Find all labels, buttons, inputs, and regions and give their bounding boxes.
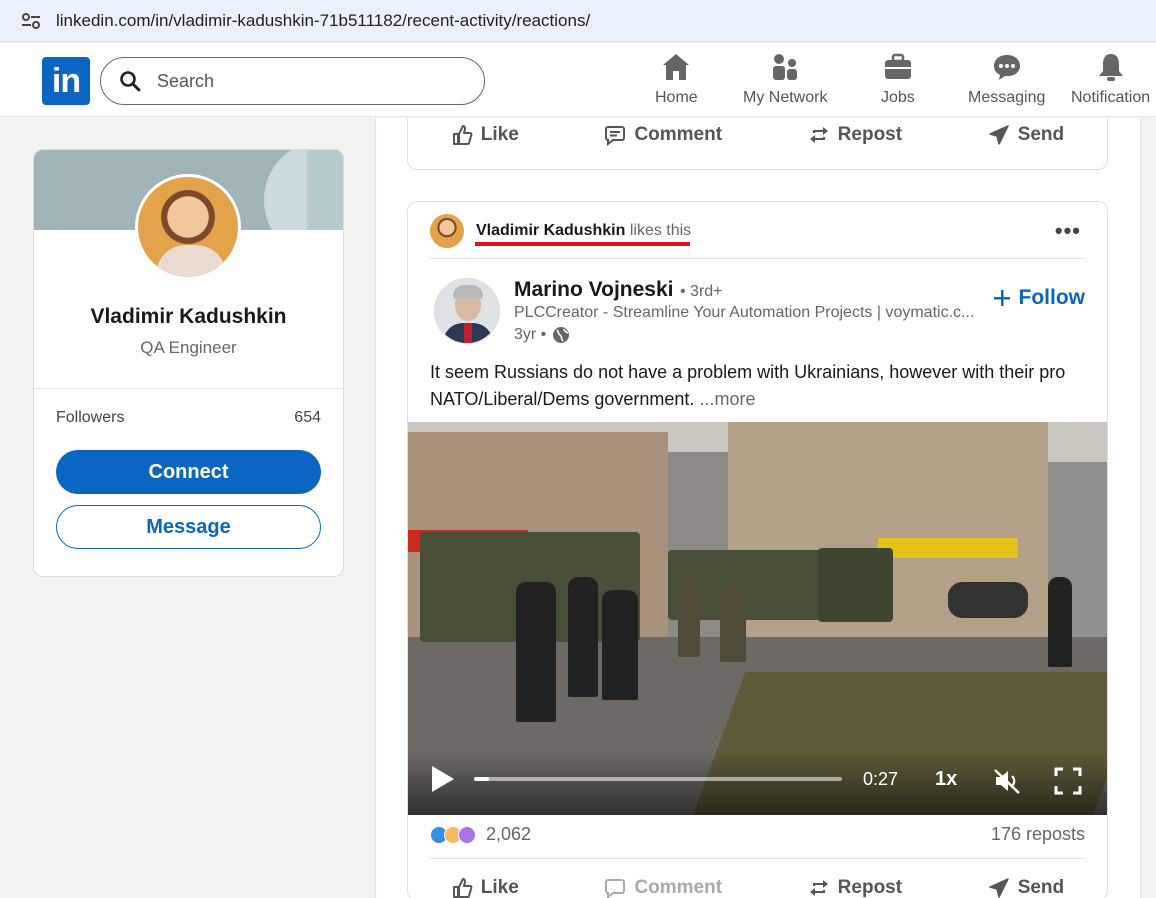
fullscreen-icon[interactable] <box>1054 767 1082 795</box>
nav-home[interactable]: Home <box>655 51 698 111</box>
bell-icon <box>1098 54 1123 81</box>
globe-icon <box>553 327 570 343</box>
post-time: 3yr • <box>514 326 570 344</box>
send-icon <box>988 125 1009 145</box>
follow-label: Follow <box>1018 286 1086 309</box>
nav-jobs-label: Jobs <box>881 89 915 106</box>
nav-my-network-label: My Network <box>743 89 828 106</box>
url-text[interactable]: linkedin.com/in/vladimir-kadushkin-71b51… <box>56 11 590 31</box>
reactions-summary[interactable]: 2,062 <box>430 824 531 845</box>
like-button[interactable]: Like <box>451 124 519 146</box>
more-options-icon[interactable]: ••• <box>1055 218 1081 244</box>
context-action: likes this <box>629 222 692 239</box>
author-headline: PLCCreator - Streamline Your Automation … <box>514 304 975 321</box>
comment-icon <box>605 126 626 146</box>
send-label: Send <box>1017 124 1065 145</box>
linkedin-logo[interactable]: in <box>42 57 90 105</box>
post-action-bar: Like Comment Repost Send <box>408 877 1107 898</box>
curious-reaction-icon <box>458 825 476 844</box>
reactions-count[interactable]: 2,062 <box>486 824 531 845</box>
post-action-bar: Like Comment Repost Send <box>408 124 1107 146</box>
profile-card: Vladimir Kadushkin QA Engineer Followers… <box>33 149 344 577</box>
previous-post-card: Like Comment Repost Send <box>407 118 1108 170</box>
nav-messaging[interactable]: Messaging <box>968 51 1045 111</box>
follow-button[interactable]: Follow <box>993 286 1086 310</box>
search-icon <box>120 71 141 92</box>
thumbs-up-icon <box>452 878 473 898</box>
divider <box>430 858 1085 859</box>
followers-count: 654 <box>294 409 321 426</box>
network-icon <box>773 54 798 80</box>
post-stats: 2,062 176 reposts <box>430 824 1085 845</box>
like-label: Like <box>480 877 519 898</box>
connection-degree: • 3rd+ <box>680 283 723 300</box>
message-button[interactable]: Message <box>56 505 321 549</box>
author-avatar[interactable] <box>434 278 500 344</box>
divider <box>430 258 1085 259</box>
send-button[interactable]: Send <box>988 124 1064 146</box>
context-name[interactable]: Vladimir Kadushkin <box>476 222 625 239</box>
video-player[interactable]: 0:27 1x <box>408 422 1107 815</box>
post-card: Vladimir Kadushkin likes this ••• Marino… <box>407 201 1108 898</box>
nav-jobs[interactable]: Jobs <box>881 51 915 111</box>
plus-icon <box>993 290 1010 306</box>
post-text: It seem Russians do not have a problem w… <box>430 359 1090 413</box>
home-icon <box>663 54 690 80</box>
comment-button[interactable]: Comment <box>604 124 722 146</box>
search-box[interactable] <box>100 57 485 105</box>
play-icon[interactable] <box>432 766 454 792</box>
connect-button[interactable]: Connect <box>56 450 321 494</box>
top-nav: in Home My Network Jobs Messagi <box>0 43 1156 117</box>
comment-icon <box>605 879 626 898</box>
repost-icon <box>809 880 828 896</box>
comment-label: Comment <box>634 124 723 145</box>
video-time: 0:27 <box>863 769 899 789</box>
nav-messaging-label: Messaging <box>968 89 1046 106</box>
profile-name[interactable]: Vladimir Kadushkin <box>34 305 343 329</box>
send-button[interactable]: Send <box>988 877 1064 898</box>
red-highlight-underline <box>475 242 690 246</box>
site-settings-icon[interactable] <box>20 10 42 32</box>
nav-notifications[interactable]: Notification <box>1071 51 1150 111</box>
thumbs-up-icon <box>452 125 473 145</box>
chat-icon <box>993 55 1020 80</box>
author-name[interactable]: Marino Vojneski <box>514 278 673 302</box>
post-time-text: 3yr • <box>514 326 547 343</box>
nav-my-network[interactable]: My Network <box>743 51 827 111</box>
briefcase-icon <box>884 53 911 79</box>
send-label: Send <box>1017 877 1065 898</box>
profile-title: QA Engineer <box>140 338 237 357</box>
context-text: Vladimir Kadushkin likes this <box>476 222 691 240</box>
repost-icon <box>809 127 828 143</box>
followers-label: Followers <box>56 409 125 426</box>
comment-label: Comment <box>634 877 723 898</box>
nav-notifications-label: Notification <box>1071 89 1151 106</box>
playback-speed-button[interactable]: 1x <box>935 768 957 791</box>
repost-button[interactable]: Repost <box>808 124 902 146</box>
repost-button[interactable]: Repost <box>808 877 902 898</box>
see-more-link[interactable]: ...more <box>699 389 755 409</box>
search-input[interactable] <box>157 70 457 92</box>
comment-button[interactable]: Comment <box>604 877 722 898</box>
context-avatar[interactable] <box>430 214 464 248</box>
send-icon <box>988 878 1009 898</box>
repost-label: Repost <box>837 877 903 898</box>
reposts-count[interactable]: 176 reposts <box>991 824 1085 845</box>
repost-label: Repost <box>837 124 903 145</box>
like-label: Like <box>480 124 519 145</box>
muted-speaker-icon[interactable] <box>992 766 1022 796</box>
divider <box>34 388 343 389</box>
video-progress-bar[interactable] <box>474 777 842 781</box>
followers-row: Followers 654 <box>56 409 321 427</box>
browser-url-bar[interactable]: linkedin.com/in/vladimir-kadushkin-71b51… <box>0 0 1156 42</box>
like-button[interactable]: Like <box>451 877 519 898</box>
avatar[interactable] <box>135 174 241 280</box>
nav-home-label: Home <box>655 89 698 106</box>
